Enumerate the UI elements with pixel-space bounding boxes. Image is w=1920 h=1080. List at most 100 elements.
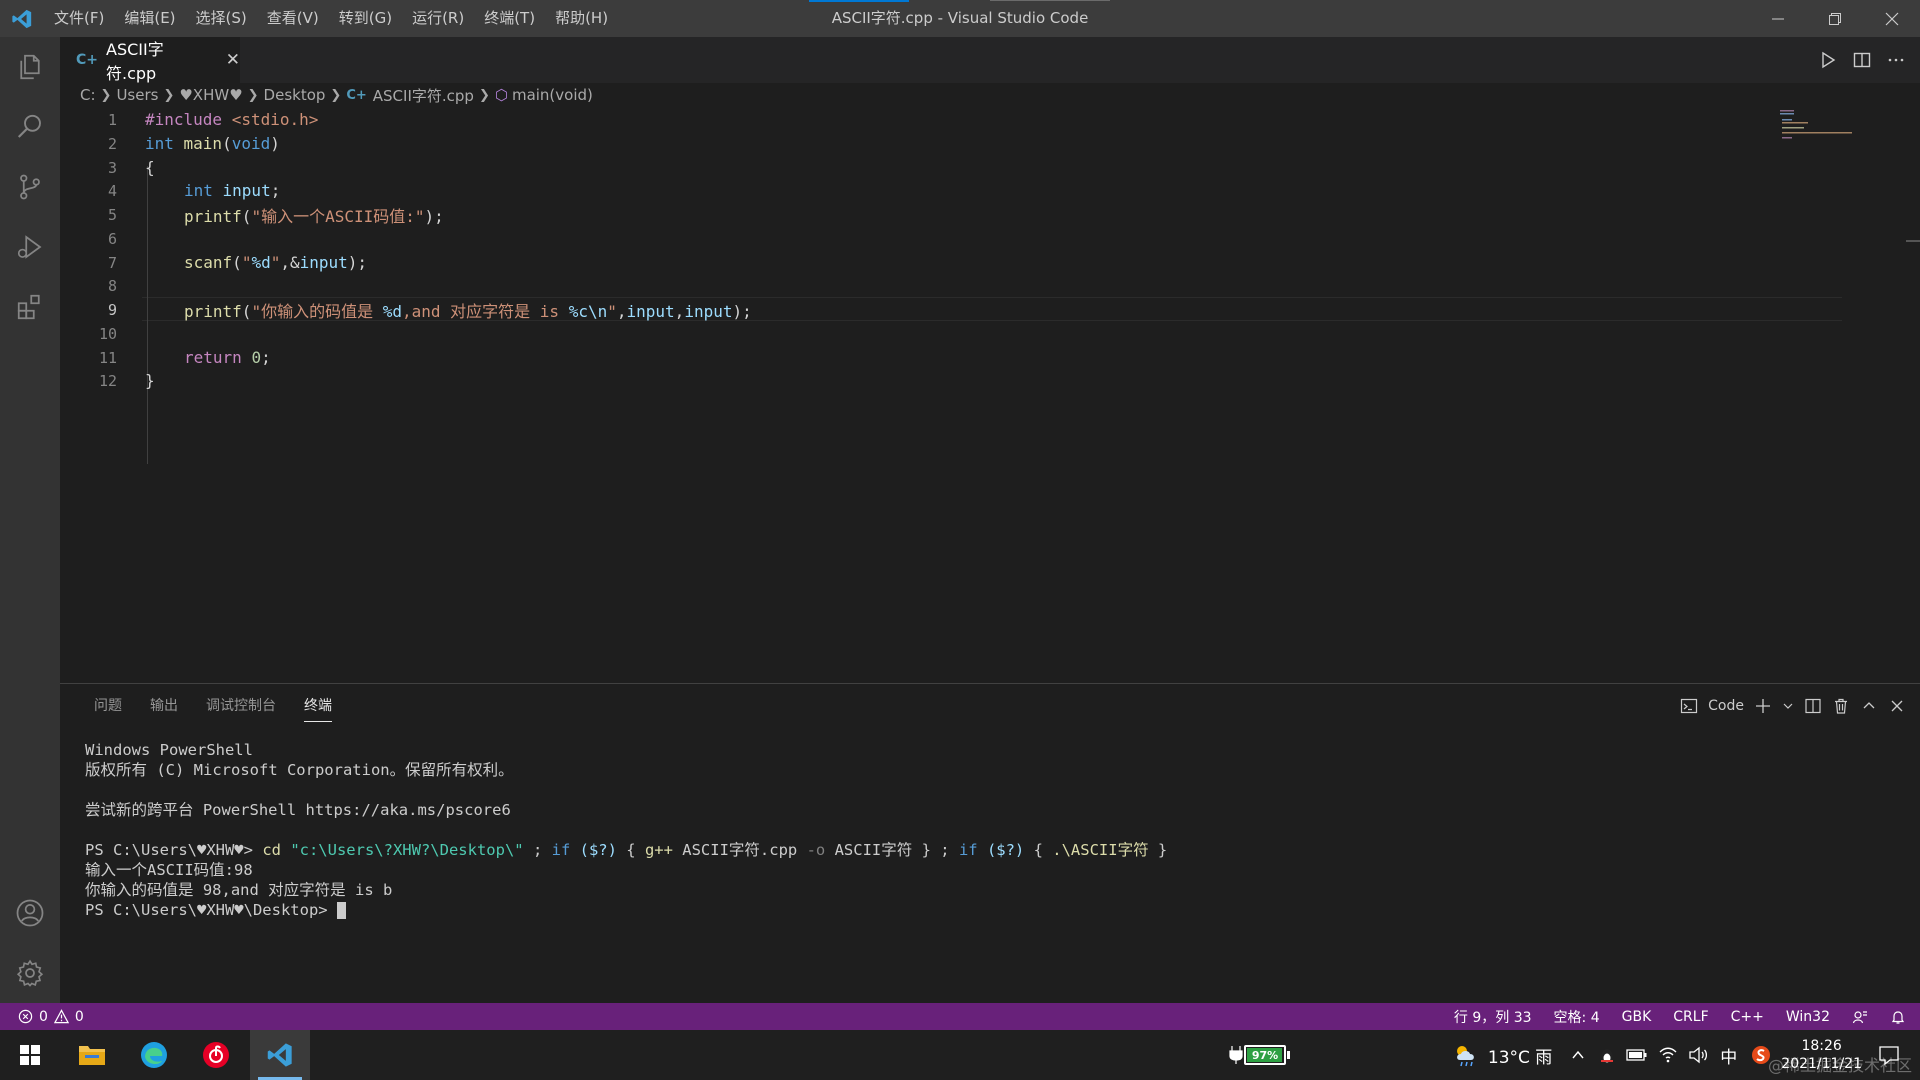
file-encoding[interactable]: GBK [1622,1009,1652,1025]
menu-help[interactable]: 帮助(H) [545,0,618,37]
breadcrumb-item-users[interactable]: Users [116,86,158,104]
taskbar-file-explorer[interactable] [62,1030,122,1080]
chevron-up-icon[interactable] [1570,1047,1586,1063]
battery-tray-icon[interactable] [1626,1047,1648,1063]
close-panel-icon[interactable] [1888,697,1906,715]
qq-penguin-icon[interactable] [1598,1045,1616,1065]
breadcrumb-item-desktop[interactable]: Desktop [264,86,326,104]
gear-icon [16,959,44,987]
split-editor-icon[interactable] [1852,50,1872,70]
status-problems[interactable]: 0 0 [18,1003,84,1030]
error-icon [18,1009,33,1024]
code-line: 2 int main(void) [60,132,1780,156]
code-editor[interactable]: 1 #include <stdio.h> 2 int main(void) 3 … [60,107,1920,683]
folder-icon [79,1046,105,1065]
chevron-right-icon: ❯ [247,87,259,103]
code-text: } [145,371,155,391]
plus-icon[interactable] [1754,697,1772,715]
wifi-icon[interactable] [1658,1046,1678,1064]
menu-terminal[interactable]: 终端(T) [474,0,545,37]
chevron-up-icon[interactable] [1860,697,1878,715]
restore-button[interactable] [1806,0,1863,37]
source-control-button[interactable] [0,157,60,217]
title-divider-line [990,0,1110,1]
cpp-file-icon: C+ [346,87,367,103]
end-of-line[interactable]: CRLF [1673,1009,1708,1025]
extensions-icon [17,294,40,320]
minimize-icon [1771,18,1784,19]
tab-close-button[interactable]: ✕ [226,50,240,70]
breadcrumb-item-symbol[interactable]: main(void) [512,86,593,104]
trash-icon[interactable] [1832,697,1850,715]
menu-file[interactable]: 文件(F) [44,0,114,37]
tab-output[interactable]: 输出 [136,684,192,728]
tab-debug-console[interactable]: 调试控制台 [192,684,290,728]
chevron-down-icon[interactable] [1782,700,1794,712]
line-number: 12 [98,371,117,390]
ime-indicator[interactable]: 中 [1720,1043,1737,1068]
minimap[interactable] [1780,109,1880,139]
terminal-line: 你输入的码值是 98,and 对应字符是 is b [85,881,393,899]
terminal-line: Windows PowerShell [85,741,253,759]
line-number: 4 [107,181,117,200]
taskbar-edge[interactable] [124,1030,184,1080]
terminal-command-line: PS C:\Users\♥XHW♥> cd "c:\Users\?XHW?\De… [85,841,1168,859]
code-line: 7 scanf("%d",&input); [60,251,1780,275]
vertical-scrollbar[interactable] [1906,107,1920,683]
tab-problems[interactable]: 问题 [80,684,136,728]
extensions-button[interactable] [0,277,60,337]
line-number: 3 [107,158,117,177]
windows-taskbar: 97% 13°C 雨 中 18:26 2021/11/21 @稀土掘金技术社区 [0,1030,1920,1080]
breadcrumb-item-file[interactable]: ASCII字符.cpp [373,85,474,106]
menu-selection[interactable]: 选择(S) [186,0,257,37]
close-window-button[interactable] [1863,0,1920,37]
split-terminal-icon[interactable] [1804,697,1822,715]
explorer-button[interactable] [0,37,60,97]
terminal-output[interactable]: Windows PowerShell 版权所有 (C) Microsoft Cor… [85,740,1167,920]
taskbar-netease-music[interactable] [186,1030,246,1080]
battery-indicator[interactable]: 97% [1228,1044,1290,1066]
menu-run[interactable]: 运行(R) [402,0,474,37]
code-text: int input; [184,181,281,201]
line-number: 11 [98,348,117,367]
title-accent-line [809,0,909,2]
terminal-prompt-line: PS C:\Users\♥XHW♥\Desktop> [85,900,1167,920]
menu-go[interactable]: 转到(G) [329,0,402,37]
code-text: printf("输入一个ASCII码值:"); [184,206,444,226]
feedback-icon[interactable] [1852,1009,1868,1025]
manage-settings-button[interactable] [0,943,60,1003]
taskbar-vscode[interactable] [250,1030,310,1080]
cursor-position[interactable]: 行 9，列 33 [1454,1007,1532,1027]
minimize-button[interactable] [1749,0,1806,37]
terminal-name[interactable]: Code [1708,698,1744,714]
indentation[interactable]: 空格: 4 [1554,1007,1600,1027]
bell-icon[interactable] [1890,1009,1906,1025]
language-mode[interactable]: C++ [1731,1009,1764,1025]
menu-view[interactable]: 查看(V) [257,0,329,37]
breadcrumb-item-user[interactable]: ♥XHW♥ [179,86,242,104]
breadcrumb-item-drive[interactable]: C: [80,86,96,104]
tab-ascii-cpp[interactable]: C+ ASCII字符.cpp ✕ [60,37,240,83]
start-button[interactable] [0,1030,60,1080]
chevron-right-icon: ❯ [330,87,342,103]
tab-terminal[interactable]: 终端 [290,684,346,728]
more-actions-icon[interactable] [1886,50,1906,70]
run-code-icon[interactable] [1818,50,1838,70]
code-line-active: 9 printf("你输入的码值是 %d,and 对应字符是 is %c\n",… [60,298,1780,322]
code-text: return 0; [184,348,271,368]
vscode-logo-icon [267,1043,292,1067]
chevron-right-icon: ❯ [100,87,112,103]
scrollbar-thumb[interactable] [1906,240,1920,242]
terminal-icon [1681,698,1698,714]
accounts-button[interactable] [0,883,60,943]
vscode-logo-icon [0,0,44,37]
run-debug-button[interactable] [0,217,60,277]
platform-config[interactable]: Win32 [1786,1009,1830,1025]
code-line: 12 } [60,369,1780,393]
weather-text[interactable]: 13°C 雨 [1488,1043,1552,1068]
search-button[interactable] [0,97,60,157]
volume-icon[interactable] [1688,1046,1708,1064]
menu-edit[interactable]: 编辑(E) [114,0,185,37]
